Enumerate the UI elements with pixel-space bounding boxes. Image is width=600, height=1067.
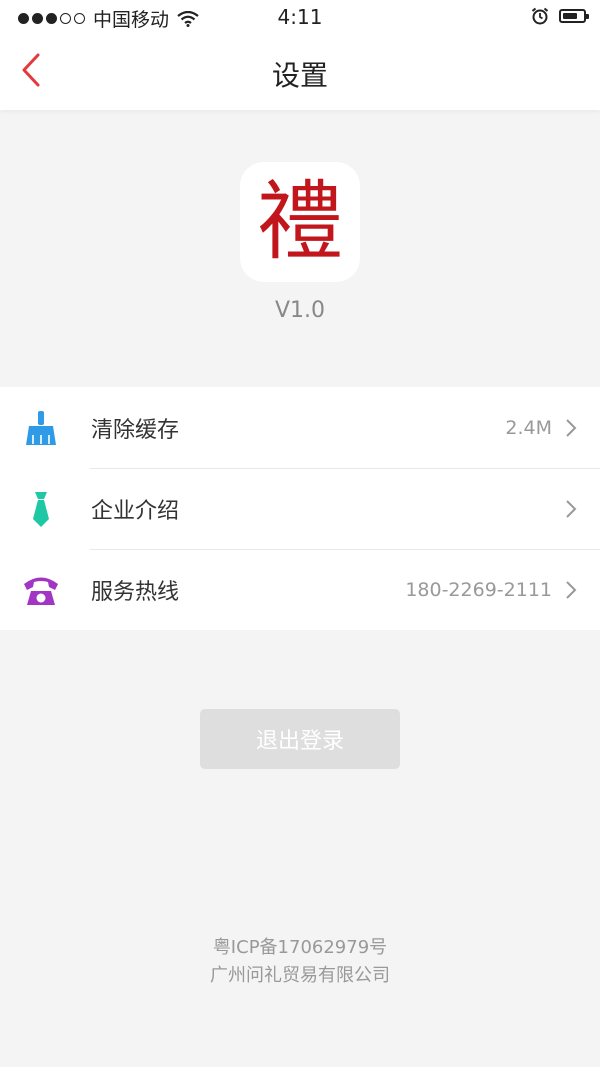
battery-icon: [559, 9, 589, 23]
settings-item-clear-cache[interactable]: 清除缓存 2.4M: [0, 387, 600, 468]
footer: 粤ICP备17062979号 广州问礼贸易有限公司: [0, 934, 600, 990]
chevron-right-icon: [566, 499, 577, 518]
app-logo: 禮: [240, 162, 360, 282]
app-version: V1.0: [274, 298, 326, 323]
hotline-number: 180-2269-2111: [405, 578, 552, 601]
cache-size-value: 2.4M: [505, 416, 552, 439]
settings-item-label: 服务热线: [91, 579, 180, 605]
broom-icon: [22, 409, 60, 447]
status-right: [531, 7, 589, 25]
nav-bar: 设置: [0, 34, 600, 110]
settings-item-label: 企业介绍: [91, 498, 180, 524]
icp-license: 粤ICP备17062979号: [212, 937, 388, 958]
tie-icon: [22, 490, 60, 528]
settings-item-service-hotline[interactable]: 服务热线 180-2269-2111: [0, 549, 600, 630]
phone-icon: [22, 571, 60, 609]
company-name: 广州问礼贸易有限公司: [210, 965, 390, 986]
page-title: 设置: [271, 59, 328, 92]
battery-level: [563, 13, 578, 19]
status-time: 4:11: [277, 5, 323, 29]
app-logo-glyph: 禮: [257, 172, 343, 272]
chevron-right-icon: [566, 418, 577, 437]
logout-button[interactable]: 退出登录: [200, 709, 400, 769]
alarm-icon: [531, 7, 549, 25]
settings-list: 清除缓存 2.4M 企业介绍 服务热线 180-2269-2111: [0, 387, 600, 630]
settings-item-company-intro[interactable]: 企业介绍: [0, 468, 600, 549]
settings-item-label: 清除缓存: [91, 417, 180, 443]
chevron-right-icon: [566, 580, 577, 599]
status-bar: 中国移动 4:11: [0, 0, 600, 34]
